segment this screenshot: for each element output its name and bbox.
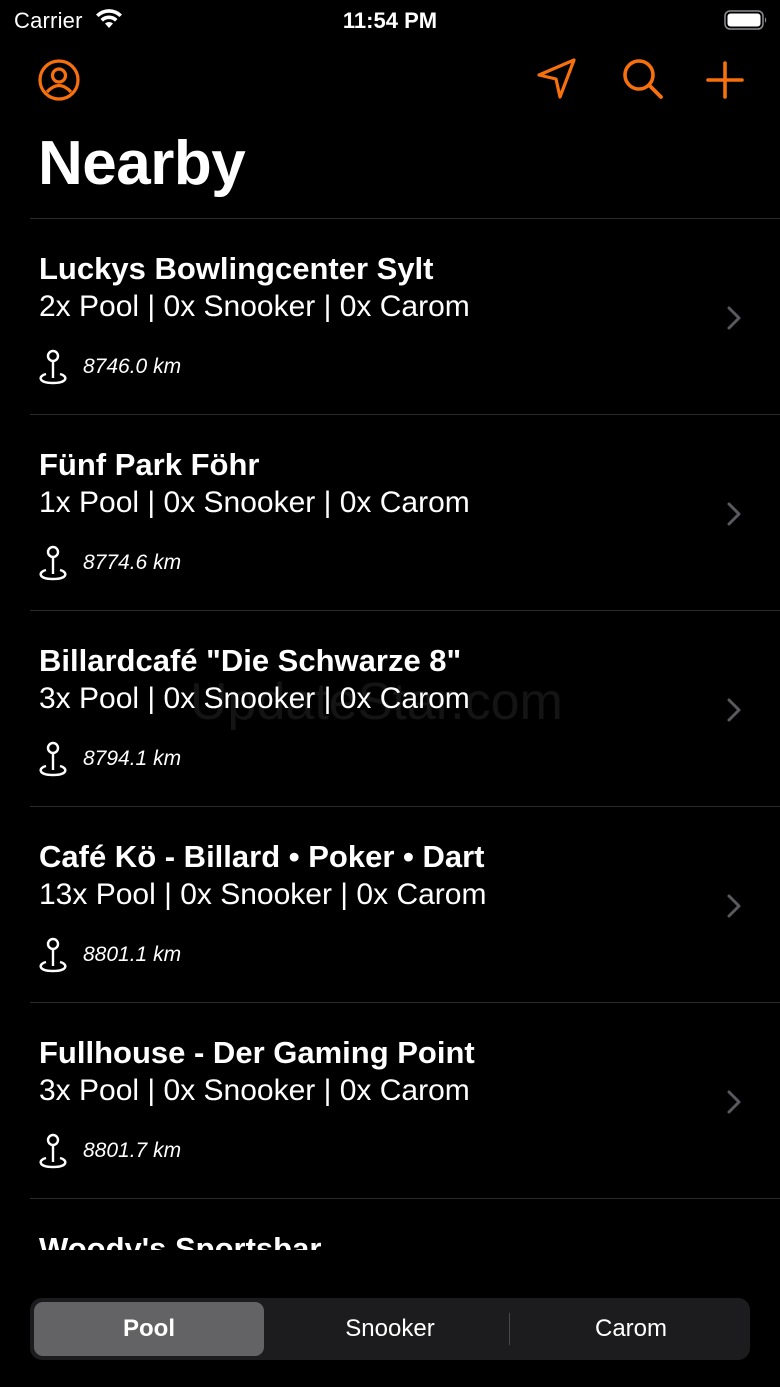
venue-distance: 8801.1 km — [83, 943, 182, 966]
pin-icon — [37, 741, 69, 779]
venue-distance: 8746.0 km — [83, 355, 182, 378]
venue-distance: 8774.6 km — [83, 551, 182, 574]
chevron-right-icon — [726, 697, 742, 723]
venue-name: Café Kö - Billard • Poker • Dart — [39, 839, 485, 874]
search-icon[interactable] — [620, 56, 666, 102]
pin-icon — [37, 545, 69, 583]
chevron-right-icon — [726, 305, 742, 331]
list-item[interactable]: Fünf Park Föhr 1x Pool | 0x Snooker | 0x… — [30, 415, 780, 611]
segment-pool[interactable]: Pool — [34, 1302, 264, 1356]
status-time: 11:54 PM — [342, 8, 438, 33]
location-arrow-icon[interactable] — [534, 56, 580, 102]
plus-icon[interactable] — [702, 57, 748, 103]
list-item[interactable]: Woody's Sportsbar — [30, 1199, 780, 1253]
chevron-right-icon — [726, 501, 742, 527]
venue-name: Luckys Bowlingcenter Sylt — [39, 251, 434, 286]
venue-name: Billardcafé "Die Schwarze 8" — [39, 643, 462, 678]
pin-icon — [37, 1133, 69, 1171]
list-item[interactable]: Fullhouse - Der Gaming Point 3x Pool | 0… — [30, 1003, 780, 1199]
segment-snooker[interactable]: Snooker — [275, 1302, 505, 1356]
venue-tables: 13x Pool | 0x Snooker | 0x Carom — [39, 878, 487, 911]
segment-divider — [509, 1313, 510, 1345]
venue-name: Fullhouse - Der Gaming Point — [39, 1035, 475, 1070]
chevron-right-icon — [726, 893, 742, 919]
table-type-segmented-control[interactable]: Pool Snooker Carom — [30, 1298, 750, 1360]
list-item[interactable]: Café Kö - Billard • Poker • Dart 13x Poo… — [30, 807, 780, 1003]
profile-icon[interactable] — [36, 57, 82, 103]
list-item[interactable]: Luckys Bowlingcenter Sylt 2x Pool | 0x S… — [30, 219, 780, 415]
page-title: Nearby — [38, 129, 246, 198]
list-item[interactable]: Billardcafé "Die Schwarze 8" 3x Pool | 0… — [30, 611, 780, 807]
venue-tables: 3x Pool | 0x Snooker | 0x Carom — [39, 682, 470, 715]
venue-tables: 2x Pool | 0x Snooker | 0x Carom — [39, 290, 470, 323]
pin-icon — [37, 349, 69, 387]
status-bar: Carrier 11:54 PM — [0, 0, 780, 44]
segment-carom[interactable]: Carom — [516, 1302, 746, 1356]
battery-icon — [724, 10, 768, 30]
venue-list[interactable]: Luckys Bowlingcenter Sylt 2x Pool | 0x S… — [0, 219, 780, 1253]
venue-tables: 3x Pool | 0x Snooker | 0x Carom — [39, 1074, 470, 1107]
venue-distance: 8801.7 km — [83, 1139, 182, 1162]
venue-distance: 8794.1 km — [83, 747, 182, 770]
venue-tables: 1x Pool | 0x Snooker | 0x Carom — [39, 486, 470, 519]
venue-name: Fünf Park Föhr — [39, 447, 260, 482]
chevron-right-icon — [726, 1089, 742, 1115]
pin-icon — [37, 937, 69, 975]
